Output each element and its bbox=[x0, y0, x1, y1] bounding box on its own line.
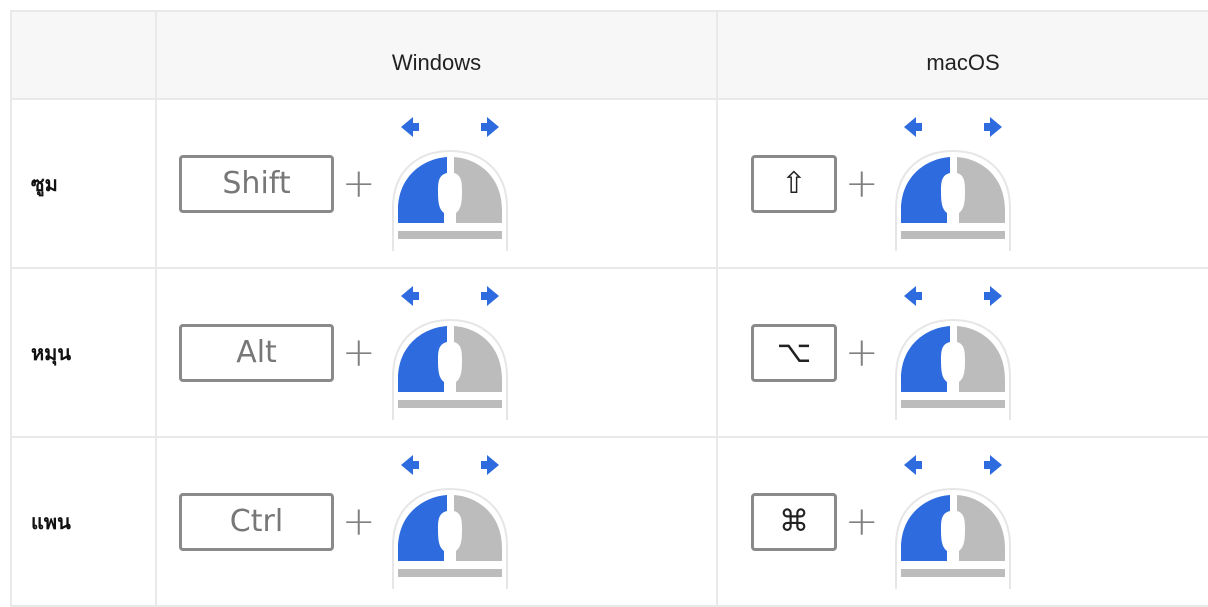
plus-sign: + bbox=[342, 160, 376, 207]
header-empty bbox=[10, 9, 157, 101]
mouse-left-drag-icon bbox=[386, 113, 516, 253]
table-row-zoom: ซูม Shift + ⇧ + bbox=[10, 98, 1208, 270]
header-macos: macOS bbox=[716, 9, 1208, 101]
option-icon: ⌥ bbox=[751, 323, 837, 382]
mac-combo-pan: ⌘ + bbox=[716, 436, 1208, 607]
windows-combo-zoom: Shift + bbox=[155, 98, 718, 270]
plus-sign: + bbox=[342, 329, 376, 376]
plus-sign: + bbox=[845, 329, 879, 376]
shift-key: Shift bbox=[179, 154, 334, 213]
windows-combo-pan: Ctrl + bbox=[155, 436, 718, 607]
row-label-zoom: ซูม bbox=[10, 98, 157, 270]
mouse-left-drag-icon bbox=[386, 451, 516, 591]
table-row-pan: แพน Ctrl + ⌘ + bbox=[10, 436, 1208, 607]
row-label-pan: แพน bbox=[10, 436, 157, 607]
mac-combo-rotate: ⌥ + bbox=[716, 267, 1208, 439]
ctrl-key: Ctrl bbox=[179, 492, 334, 551]
plus-sign: + bbox=[342, 498, 376, 545]
mouse-left-drag-icon bbox=[386, 282, 516, 422]
mac-combo-zoom: ⇧ + bbox=[716, 98, 1208, 270]
mouse-left-drag-icon bbox=[889, 282, 1019, 422]
shift-icon: ⇧ bbox=[751, 154, 837, 213]
mouse-left-drag-icon bbox=[889, 451, 1019, 591]
row-label-rotate: หมุน bbox=[10, 267, 157, 439]
mouse-left-drag-icon bbox=[889, 113, 1019, 253]
alt-key: Alt bbox=[179, 323, 334, 382]
windows-combo-rotate: Alt + bbox=[155, 267, 718, 439]
plus-sign: + bbox=[845, 160, 879, 207]
header-windows: Windows bbox=[155, 9, 718, 101]
table-row-rotate: หมุน Alt + ⌥ + bbox=[10, 267, 1208, 439]
command-icon: ⌘ bbox=[751, 492, 837, 551]
shortcut-table: Windows macOS ซูม Shift + ⇧ + หมุน Alt + bbox=[10, 9, 1208, 607]
header-row: Windows macOS bbox=[10, 9, 1208, 101]
plus-sign: + bbox=[845, 498, 879, 545]
